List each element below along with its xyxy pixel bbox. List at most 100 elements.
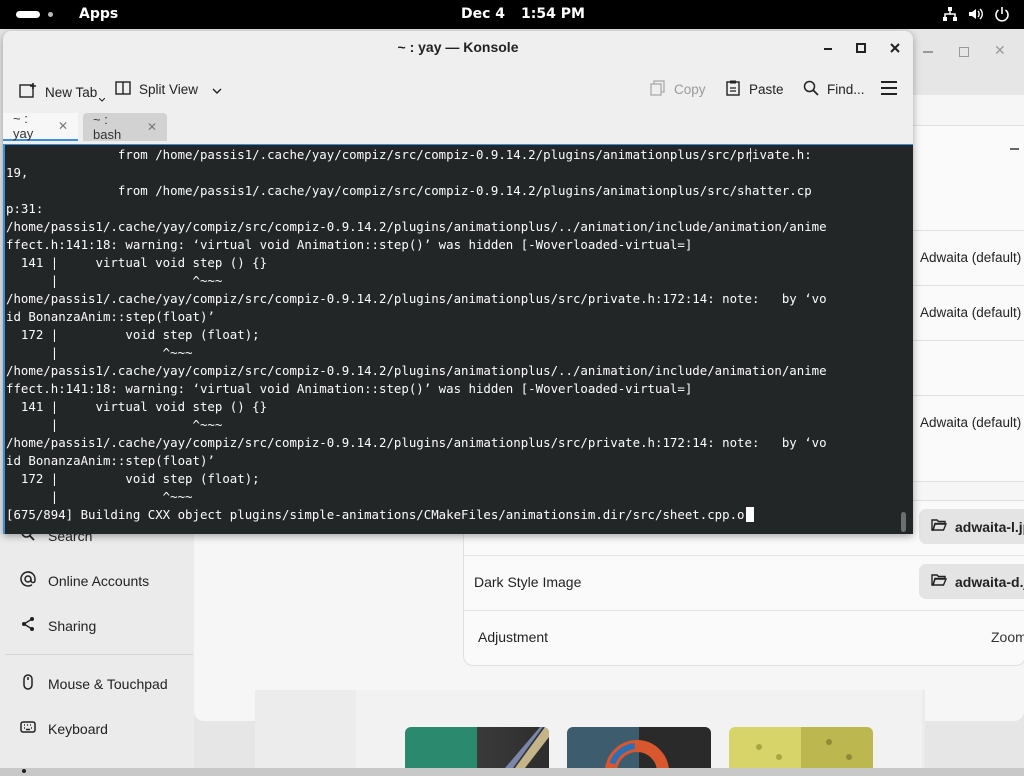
divider (912, 395, 1024, 396)
paste-button[interactable]: Paste (725, 80, 784, 99)
terminal-line: ffect.h:141:18: warning: ‘virtual void A… (6, 237, 693, 252)
tab-close-icon[interactable]: ✕ (58, 119, 68, 133)
settings-sidebar: Search Online Accounts Sharing Mouse & T… (0, 527, 194, 773)
split-view-label: Split View (139, 82, 199, 97)
theme-row-value[interactable]: Adwaita (default) (920, 250, 1021, 265)
sidebar-item-keyboard[interactable]: Keyboard (20, 719, 108, 738)
konsole-window: ~ : yay — Konsole New Tab Split View Cop… (3, 31, 913, 534)
terminal-line: | ^~~~ (6, 273, 223, 288)
find-label: Find... (827, 82, 865, 97)
volume-icon[interactable] (968, 6, 984, 22)
tab-bash[interactable]: ~ : bash ✕ (83, 112, 167, 142)
divider (912, 285, 1024, 286)
power-icon[interactable] (994, 6, 1010, 22)
terminal-line: 141 | virtual void step () {} (6, 255, 268, 270)
terminal-line: 141 | virtual void step () {} (6, 399, 268, 414)
terminal-line: | ^~~~ (6, 345, 193, 360)
sidebar-item-sharing[interactable]: Sharing (20, 616, 96, 635)
close-button[interactable] (886, 39, 904, 57)
light-image-filename: adwaita-l.jpg (955, 518, 1024, 535)
terminal-output[interactable]: from /home/passis1/.cache/yay/compiz/src… (6, 146, 827, 524)
folder-open-icon (931, 518, 948, 535)
theme-row-value[interactable]: Adwaita (default) (920, 415, 1021, 430)
sidebar-item-mouse-touchpad[interactable]: Mouse & Touchpad (20, 674, 168, 693)
find-button[interactable]: Find... (803, 80, 865, 99)
konsole-tab-bar: ~ : yay ✕ ~ : bash ✕ (3, 111, 913, 144)
keyboard-icon (20, 719, 36, 738)
mouse-icon (20, 674, 36, 693)
dark-image-filename: adwaita-d.jpg (955, 573, 1024, 590)
terminal-prompt-line: [675/894] Building CXX object plugins/si… (6, 506, 827, 524)
wallpaper-thumbnail[interactable] (567, 727, 711, 768)
terminal-line: /home/passis1/.cache/yay/compiz/src/comp… (6, 363, 827, 378)
tab-label: ~ : yay (13, 111, 34, 141)
adjustment-label: Adjustment (478, 629, 549, 645)
sidebar-item-next[interactable] (20, 760, 36, 776)
text-cursor-icon (750, 148, 753, 162)
divider (912, 340, 1024, 341)
share-icon (20, 616, 36, 635)
clock[interactable]: Dec 4 1:54 PM (461, 6, 585, 22)
terminal-scrollbar[interactable] (901, 512, 906, 532)
network-icon[interactable] (942, 6, 958, 22)
clock-date: Dec 4 (461, 6, 506, 22)
terminal-line: /home/passis1/.cache/yay/compiz/src/comp… (6, 435, 827, 450)
terminal-line: id BonanzaAnim::step(float)’ (6, 309, 215, 324)
tab-yay[interactable]: ~ : yay ✕ (3, 111, 78, 141)
window-title: ~ : yay — Konsole (397, 39, 519, 55)
copy-icon (650, 80, 666, 99)
focus-indicator (3, 145, 5, 534)
paste-label: Paste (749, 82, 784, 97)
settings-maximize-icon[interactable] (959, 47, 969, 57)
top-bar: Apps Dec 4 1:54 PM (0, 0, 1024, 29)
theme-row-value[interactable]: Adwaita (default) (920, 305, 1021, 320)
terminal-line: | ^~~~ (6, 489, 193, 504)
folder-open-icon (931, 573, 948, 590)
divider (464, 610, 1024, 611)
collapse-icon[interactable] (1010, 148, 1019, 150)
terminal-view[interactable]: from /home/passis1/.cache/yay/compiz/src… (3, 144, 913, 534)
wallpaper-thumbnail[interactable] (405, 727, 549, 768)
light-image-button[interactable]: adwaita-l.jpg (919, 509, 1024, 544)
hamburger-menu-button[interactable] (880, 81, 898, 98)
minimize-button[interactable] (819, 39, 837, 57)
divider (5, 654, 193, 655)
konsole-toolbar: New Tab Split View Copy Paste Find... (3, 73, 913, 107)
new-tab-button[interactable]: New Tab (19, 80, 106, 105)
terminal-line: 172 | void step (float); (6, 327, 260, 342)
split-view-button[interactable]: Split View (115, 80, 222, 99)
tab-label: ~ : bash (93, 112, 122, 142)
sidebar-item-label: Sharing (48, 617, 97, 634)
apps-menu-button[interactable]: Apps (79, 6, 118, 22)
terminal-last-line: [675/894] Building CXX object plugins/si… (6, 507, 745, 522)
settings-close-icon[interactable]: ✕ (994, 43, 1006, 59)
minimize-icon (824, 48, 832, 50)
terminal-line: | ^~~~ (6, 417, 223, 432)
terminal-line: /home/passis1/.cache/yay/compiz/src/comp… (6, 219, 827, 234)
search-icon (803, 80, 819, 99)
adjustment-dropdown[interactable]: Zoom (991, 629, 1024, 645)
sidebar-item-label: Online Accounts (48, 572, 150, 589)
terminal-line: ffect.h:141:18: warning: ‘virtual void A… (6, 381, 693, 396)
divider (912, 230, 1024, 231)
activities-indicator[interactable] (16, 11, 40, 18)
at-sign-icon (20, 571, 36, 590)
terminal-line: /home/passis1/.cache/yay/compiz/src/comp… (6, 291, 827, 306)
maximize-button[interactable] (852, 39, 870, 57)
copy-button[interactable]: Copy (650, 80, 706, 99)
new-tab-label: New Tab (45, 85, 98, 100)
hamburger-icon (880, 81, 898, 98)
settings-minimize-icon[interactable] (923, 51, 933, 53)
system-tray[interactable] (942, 6, 1010, 22)
dark-image-button[interactable]: adwaita-d.jpg (919, 564, 1024, 599)
tab-close-icon[interactable]: ✕ (147, 120, 157, 134)
workspace-dot[interactable] (48, 12, 53, 17)
copy-label: Copy (674, 82, 706, 97)
wallpaper-thumbnail[interactable] (729, 727, 873, 768)
chevron-down-icon[interactable] (98, 90, 106, 105)
terminal-line: from /home/passis1/.cache/yay/compiz/src… (6, 147, 812, 162)
terminal-line: 172 | void step (float); (6, 471, 260, 486)
sidebar-item-online-accounts[interactable]: Online Accounts (20, 571, 149, 590)
terminal-line: id BonanzaAnim::step(float)’ (6, 453, 215, 468)
chevron-down-icon[interactable] (212, 82, 222, 97)
